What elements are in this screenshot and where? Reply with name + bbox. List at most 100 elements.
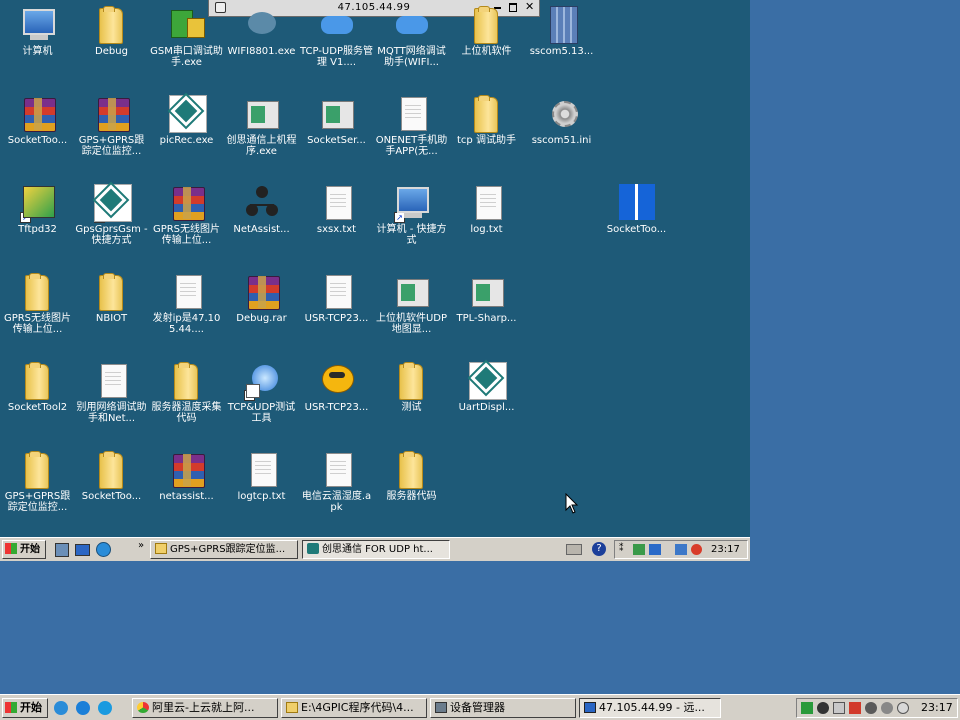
keyboard-icon[interactable] [566,544,582,555]
ie-icon[interactable] [96,542,111,557]
tray-language-icon[interactable]: ⁑ [619,544,624,554]
desktop-icon[interactable]: Debug [74,2,149,91]
desktop-icon[interactable]: 服务器温度采集代码 [149,358,224,447]
host-clock: 23:17 [921,701,953,714]
desktop-icon[interactable]: GPS+GPRS跟踪定位监控... [74,91,149,180]
desktop-icon[interactable]: 电信云温湿度.apk [299,447,374,536]
host-task-label: E:\4GPIC程序代码\4... [301,701,414,714]
desktop-icon[interactable]: 测试 [374,358,449,447]
taskbar-overflow-chevron-icon[interactable]: » [138,540,144,551]
rar-icon [20,95,56,133]
desktop-icon[interactable]: sxsx.txt [299,180,374,269]
folder-icon [94,451,130,489]
help-icon[interactable]: ? [592,542,606,556]
folder-icon [394,451,430,489]
desktop-icon[interactable]: SocketToo... [74,447,149,536]
edge-icon[interactable] [98,701,112,715]
exe-window-icon [469,273,505,311]
desktop-icon[interactable]: 创思通信上机程序.exe [224,91,299,180]
desktop-icon[interactable]: logtcp.txt [224,447,299,536]
desktop-icon[interactable]: ↗ 计算机 - 快捷方式 [374,180,449,269]
desktop-icon[interactable]: SocketToo... [0,91,75,180]
desktop-icon[interactable]: 别用网络调试助手和Net... [74,358,149,447]
desktop-icon[interactable]: NBIOT [74,269,149,358]
qq-icon[interactable] [76,701,90,715]
desktop-icon[interactable]: TPL-Sharp... [449,269,524,358]
desktop-icon-label: TCP&UDP测试工具 [227,402,296,424]
desktop-icon[interactable]: ONENET手机助手APP(无... [374,91,449,180]
desktop-icon[interactable]: GPRS无线图片传输上位... [149,180,224,269]
remote-task-folder[interactable]: GPS+GPRS跟踪定位监... [150,540,298,559]
desktop-icon[interactable]: 发射ip是47.105.44.... [149,269,224,358]
desktop-icon[interactable]: USR-TCP23... [299,269,374,358]
desktop-icon[interactable]: NetAssist... [224,180,299,269]
tray-app-icon[interactable] [849,702,861,714]
windows-app-icon [619,184,655,222]
tray-volume-muted-icon[interactable] [691,544,702,555]
desktop-icon[interactable]: UartDispl... [449,358,524,447]
remote-start-button[interactable]: 开始 [2,540,46,559]
ie-icon[interactable] [54,701,68,715]
desktop-icon-label: GPS+GPRS跟踪定位监控... [4,491,71,513]
desktop-icon[interactable]: 计算机 [0,2,75,91]
desktop-icon[interactable]: GPRS无线图片传输上位... [0,269,75,358]
desktop-icon[interactable]: sscom51.ini [524,91,599,180]
tray-network-icon[interactable] [675,544,687,555]
desktop-icon[interactable]: Debug.rar [224,269,299,358]
desktop-icon[interactable]: SocketTool2 [0,358,75,447]
tray-app-icon[interactable] [801,702,813,714]
desktop-icon-label: 服务器温度采集代码 [151,402,222,424]
desktop-icon[interactable]: ↗ Tftpd32 [0,180,75,269]
desktop-icon[interactable]: sscom5.13... [524,2,599,91]
desktop-icon-label: 测试 [401,402,422,413]
remote-taskbar: 开始 » GPS+GPRS跟踪定位监... 创思通信 FOR UDP ht...… [0,537,750,561]
host-task-device-manager[interactable]: 设备管理器 [430,698,576,718]
desktop-icon[interactable]: MQTT网络调试助手(WIFI... [374,2,449,91]
desktop-icon[interactable]: ↗ TCP&UDP测试工具 [224,358,299,447]
tray-app-icon[interactable] [881,702,893,714]
windows-logo-icon [5,702,17,713]
host-start-button[interactable]: 开始 [2,698,48,718]
desktop-icon-label: SocketToo... [7,135,68,146]
desktop-icon-label: 上位机软件 [461,46,512,57]
server-manager-icon[interactable] [55,543,69,557]
desktop-icon-label: ONENET手机助手APP(无... [375,135,448,157]
desktop-icon[interactable]: GSM串口调试助手.exe [149,2,224,91]
desktop-icon[interactable]: SocketSer... [299,91,374,180]
tray-app-icon[interactable] [833,702,845,714]
remote-task-label: GPS+GPRS跟踪定位监... [170,544,286,555]
tray-app-icon[interactable] [817,702,829,714]
desktop-icon[interactable]: picRec.exe [149,91,224,180]
tray-app-icon[interactable] [897,702,909,714]
desktop-icon[interactable]: WIFI8801.exe [224,2,299,91]
host-task-explorer[interactable]: E:\4GPIC程序代码\4... [281,698,427,718]
green-diamond-app-icon [169,95,207,133]
desktop-icon[interactable]: SocketToo... [599,180,674,269]
desktop-icon[interactable]: USR-TCP23... [299,358,374,447]
tray-app-icon[interactable] [865,702,877,714]
desktop-icon[interactable]: 上位机软件UDP地图显... [374,269,449,358]
desktop-icon-label: MQTT网络调试助手(WIFI... [377,46,446,68]
remote-task-label: 创思通信 FOR UDP ht... [322,544,433,555]
folder-icon [169,362,205,400]
tray-shield-icon[interactable] [649,544,661,555]
wifi-app-icon [244,6,280,44]
folder-icon [394,362,430,400]
desktop-icon-label: GpsGprsGsm - 快捷方式 [75,224,148,246]
desktop-icon[interactable]: TCP-UDP服务管理 V1.... [299,2,374,91]
desktop-icon[interactable]: netassist... [149,447,224,536]
desktop-icon[interactable]: log.txt [449,180,524,269]
gsm-app-icon [169,6,205,44]
desktop-icon[interactable]: 上位机软件 [449,2,524,91]
show-desktop-icon[interactable] [75,544,90,556]
remote-task-app[interactable]: 创思通信 FOR UDP ht... [302,540,450,559]
tray-pen-icon[interactable] [633,544,645,555]
desktop-icon[interactable]: ↗ GpsGprsGsm - 快捷方式 [74,180,149,269]
host-system-tray: 23:17 [796,698,958,718]
host-task-browser[interactable]: 阿里云-上云就上阿... [132,698,278,718]
desktop-icon-label: logtcp.txt [237,491,286,502]
desktop-icon[interactable]: GPS+GPRS跟踪定位监控... [0,447,75,536]
desktop-icon[interactable]: tcp 调试助手 [449,91,524,180]
desktop-icon[interactable]: 服务器代码 [374,447,449,536]
host-task-remote-desktop[interactable]: 47.105.44.99 - 远... [579,698,721,718]
